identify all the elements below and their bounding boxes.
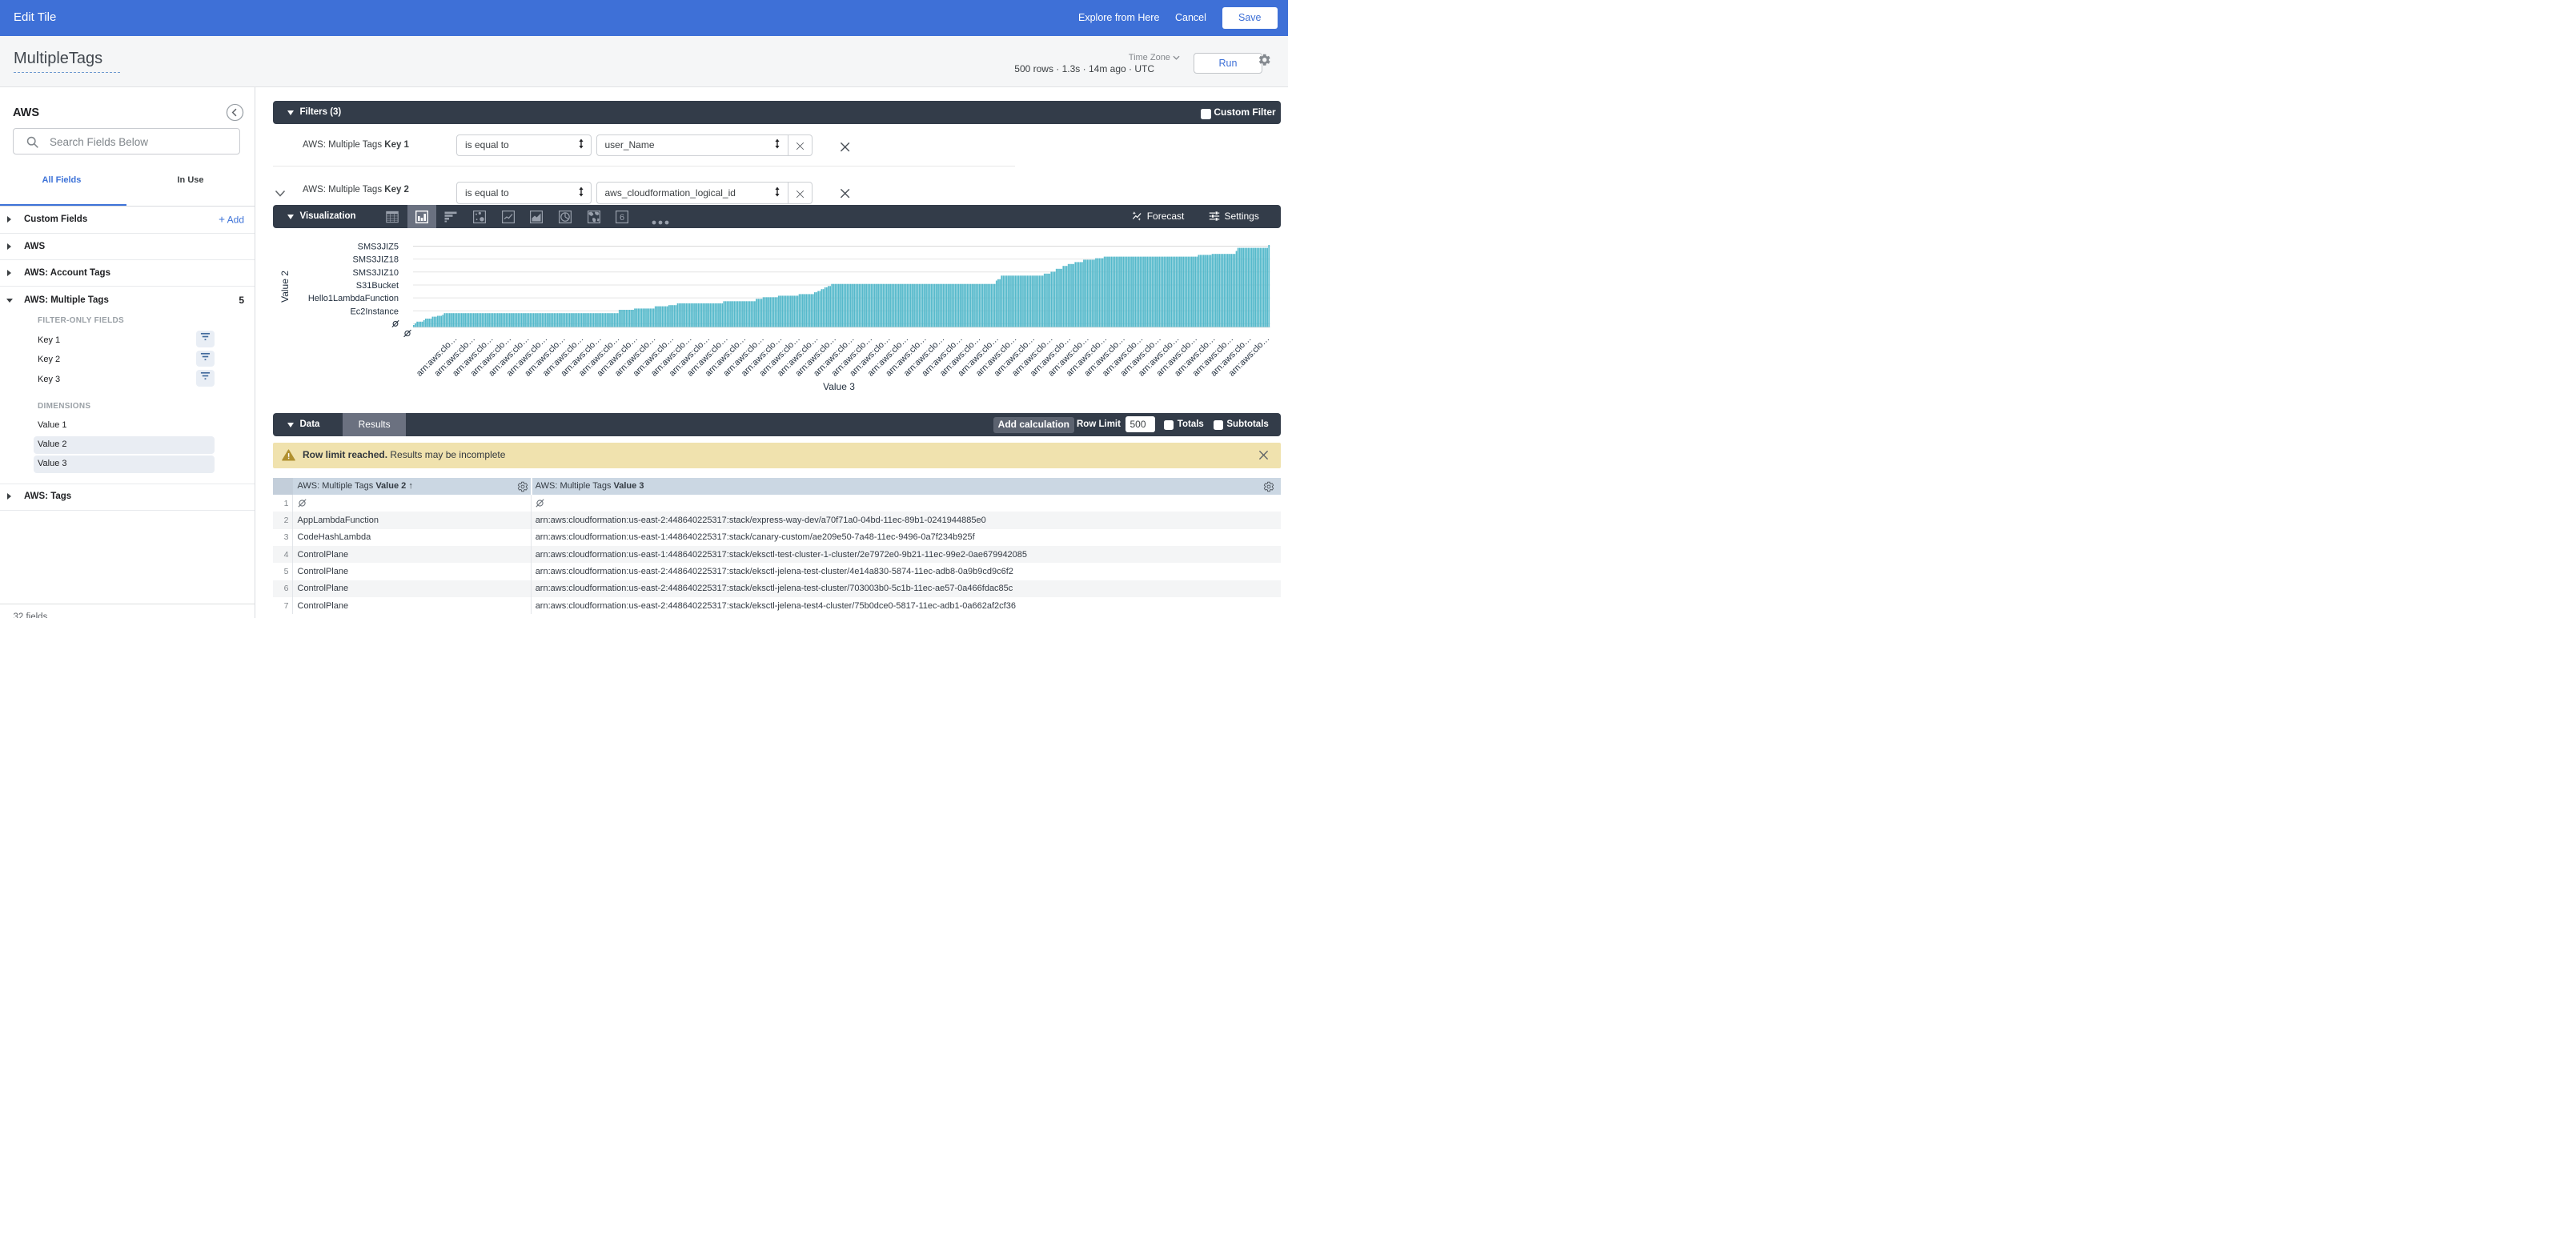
svg-text:Ec2Instance: Ec2Instance — [350, 307, 399, 316]
svg-text:S31Bucket: S31Bucket — [356, 281, 399, 291]
svg-text:Value 2: Value 2 — [279, 271, 291, 303]
svg-text:Value 3: Value 3 — [823, 381, 855, 392]
svg-text:SMS3JIZ5: SMS3JIZ5 — [358, 243, 399, 252]
svg-text:SMS3JIZ18: SMS3JIZ18 — [353, 255, 399, 265]
svg-text:6: 6 — [620, 213, 624, 223]
svg-text:Hello1LambdaFunction: Hello1LambdaFunction — [308, 294, 399, 303]
svg-text:SMS3JIZ10: SMS3JIZ10 — [353, 268, 399, 278]
